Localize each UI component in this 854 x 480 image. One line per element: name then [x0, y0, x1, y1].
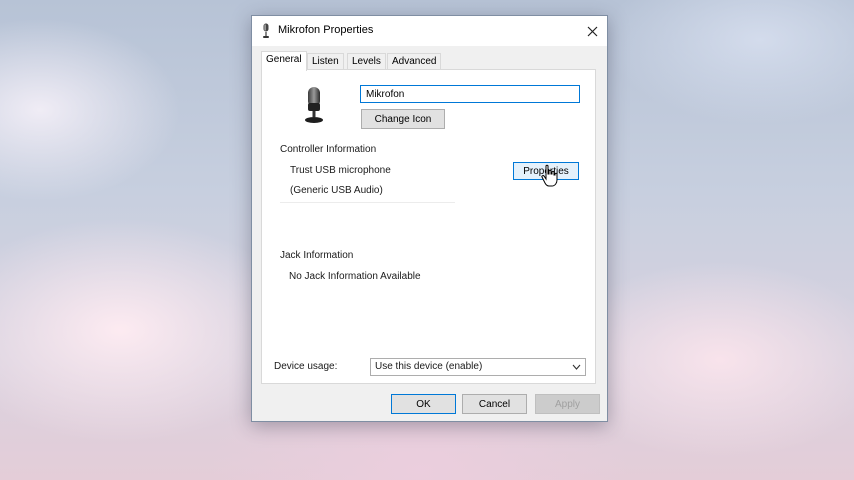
jack-info-heading: Jack Information — [280, 250, 354, 261]
chevron-down-icon — [572, 364, 581, 370]
properties-dialog: Mikrofon Properties General Listen Level… — [251, 15, 608, 422]
tab-levels[interactable]: Levels — [347, 53, 386, 70]
tab-general[interactable]: General — [261, 51, 307, 71]
close-button[interactable] — [577, 16, 607, 46]
general-panel: Change Icon Controller Information Trust… — [261, 69, 596, 384]
controller-name: Trust USB microphone — [290, 165, 391, 176]
jack-info-text: No Jack Information Available — [289, 271, 421, 282]
cancel-button[interactable]: Cancel — [462, 394, 527, 414]
controller-info-heading: Controller Information — [280, 144, 377, 155]
window-title: Mikrofon Properties — [278, 24, 374, 36]
device-usage-label: Device usage: — [274, 361, 338, 372]
tab-listen[interactable]: Listen — [307, 53, 344, 70]
title-bar[interactable]: Mikrofon Properties — [252, 16, 607, 46]
change-icon-button[interactable]: Change Icon — [361, 109, 445, 129]
microphone-icon — [263, 23, 269, 38]
divider — [280, 202, 455, 203]
apply-button[interactable]: Apply — [535, 394, 600, 414]
microphone-icon — [305, 87, 323, 123]
controller-driver: (Generic USB Audio) — [290, 185, 383, 196]
ok-button[interactable]: OK — [391, 394, 456, 414]
tab-advanced[interactable]: Advanced — [387, 53, 442, 70]
device-name-input[interactable] — [360, 85, 580, 103]
device-usage-select[interactable]: Use this device (enable) — [370, 358, 586, 376]
hand-cursor-icon — [541, 164, 558, 187]
close-icon — [587, 26, 597, 36]
device-usage-value: Use this device (enable) — [375, 361, 483, 372]
